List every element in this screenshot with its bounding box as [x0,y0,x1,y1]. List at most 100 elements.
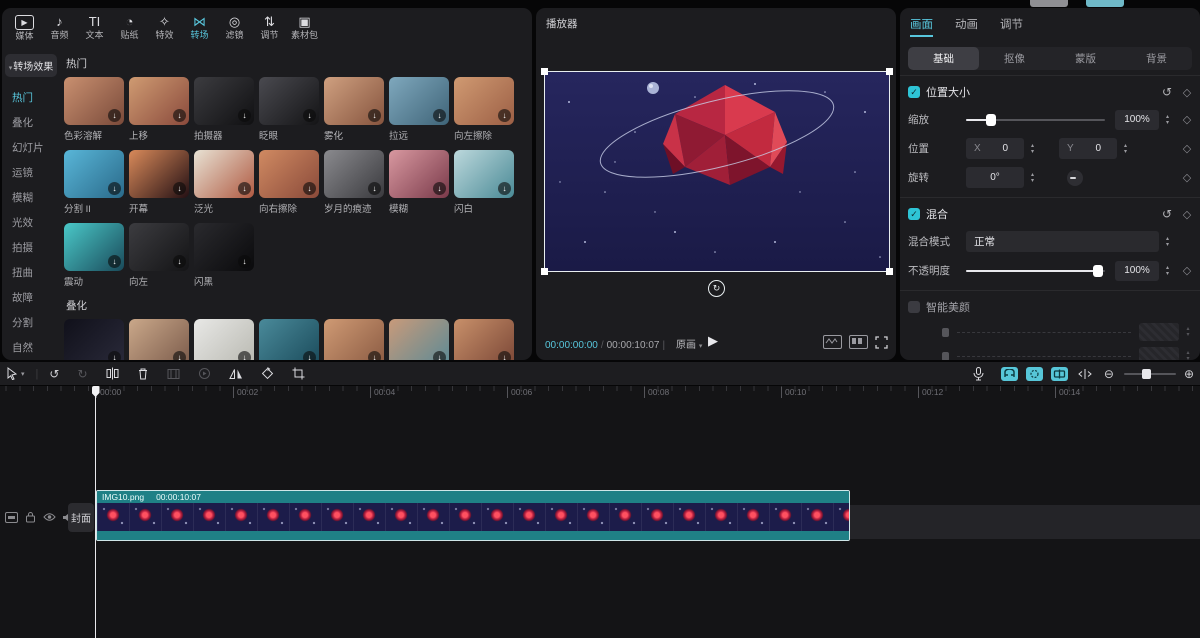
redo-icon[interactable]: ↻ [77,367,87,381]
keyframe-diamond-icon[interactable]: ◇ [1180,86,1194,99]
playhead[interactable] [95,386,96,638]
effect-item[interactable]: ↓ [259,319,319,360]
scale-slider[interactable] [966,119,1105,121]
effect-item[interactable]: ↓岁月的痕迹 [324,150,384,213]
timeline-zoom-slider[interactable] [1124,373,1176,375]
cover-button[interactable]: 封面 [68,503,94,532]
download-icon[interactable]: ↓ [303,182,316,195]
effect-item[interactable]: ↓上移 [129,77,189,140]
effect-thumbnail[interactable]: ↓ [64,77,124,125]
download-icon[interactable]: ↓ [173,182,186,195]
timeline-clip[interactable]: IMG10.png 00:00:10:07 [96,490,850,541]
effect-item[interactable]: ↓向左 [129,223,189,286]
quality-selector[interactable]: 原画 ▾ [676,340,702,351]
position-x-stepper[interactable]: ▴▾ [1026,139,1039,159]
opacity-stepper[interactable]: ▴▾ [1161,261,1174,281]
keyframe-diamond-icon[interactable]: ◇ [1180,142,1194,155]
inspector-tab-2[interactable]: 调节 [1000,16,1023,37]
tool-transitions[interactable]: ⋈转场 [183,13,216,51]
zoom-in-icon[interactable]: ⊕ [1184,367,1194,381]
inspector-subtab-1[interactable]: 抠像 [979,47,1050,70]
download-icon[interactable]: ↓ [108,109,121,122]
download-icon[interactable]: ↓ [368,182,381,195]
inspector-subtab-3[interactable]: 背景 [1121,47,1192,70]
effect-item[interactable]: ↓分割 II [64,150,124,213]
effect-thumbnail[interactable]: ↓ [194,319,254,360]
rotate-icon[interactable] [261,367,274,380]
download-icon[interactable]: ↓ [433,109,446,122]
tool-filter[interactable]: ◎滤镜 [218,13,251,51]
split-icon[interactable] [106,367,119,380]
tool-audio[interactable]: ♪音频 [43,13,76,51]
keyframe-diamond-icon[interactable]: ◇ [1180,113,1194,126]
effect-thumbnail[interactable]: ↓ [389,77,449,125]
download-icon[interactable]: ↓ [433,351,446,360]
effect-thumbnail[interactable]: ↓ [129,319,189,360]
position-y-field[interactable]: Y0 [1059,138,1117,159]
download-icon[interactable]: ↓ [498,109,511,122]
effect-thumbnail[interactable]: ↓ [454,319,514,360]
download-icon[interactable]: ↓ [303,109,316,122]
effect-item[interactable]: ↓ [129,319,189,360]
effect-item[interactable]: ↓ [64,319,124,360]
reset-icon[interactable]: ↺ [1162,207,1172,221]
effect-item[interactable]: ↓ [454,319,514,360]
effect-thumbnail[interactable]: ↓ [389,319,449,360]
linkage-toggle[interactable] [1026,367,1043,381]
tool-material-pack[interactable]: ▣素材包 [288,13,321,51]
effect-item[interactable]: ↓震动 [64,223,124,286]
effect-item[interactable]: ↓ [194,319,254,360]
selection-handle[interactable] [886,68,893,75]
effect-thumbnail[interactable]: ↓ [194,150,254,198]
opacity-slider[interactable] [966,270,1105,272]
inspector-subtab-2[interactable]: 蒙版 [1050,47,1121,70]
effect-thumbnail[interactable]: ↓ [324,319,384,360]
blend-mode-stepper[interactable]: ▴▾ [1161,232,1174,252]
rotation-stepper[interactable]: ▴▾ [1026,168,1039,188]
download-icon[interactable]: ↓ [238,351,251,360]
sidebar-item-5[interactable]: 光效 [2,210,60,235]
blend-mode-dropdown[interactable]: 正常 [966,231,1159,252]
delete-icon[interactable] [137,367,149,380]
canvas-ratio-icon[interactable] [823,335,842,349]
rotate-handle-icon[interactable]: ↻ [708,280,725,297]
sidebar-item-10[interactable]: 自然 [2,335,60,360]
download-icon[interactable]: ↓ [238,109,251,122]
sidebar-item-3[interactable]: 运镜 [2,160,60,185]
track-height-toggle-icon[interactable] [1078,368,1092,380]
sidebar-header[interactable]: ▾转场效果 [5,54,57,77]
selection-handle[interactable] [541,268,548,275]
effect-thumbnail[interactable]: ↓ [324,77,384,125]
scale-stepper[interactable]: ▴▾ [1161,110,1174,130]
video-preview[interactable] [545,72,889,271]
magnet-snap-toggle[interactable] [1001,367,1018,381]
rotation-knob[interactable] [1067,170,1083,186]
tool-media[interactable]: ▶媒体 [8,13,41,51]
opacity-value[interactable]: 100% [1115,261,1159,281]
zoom-out-icon[interactable]: ⊖ [1104,367,1114,381]
select-tool-icon[interactable]: ▾ [6,367,25,380]
hide-track-icon[interactable] [42,510,56,524]
effect-thumbnail[interactable]: ↓ [259,150,319,198]
effect-thumbnail[interactable]: ↓ [64,319,124,360]
effect-item[interactable]: ↓色彩溶解 [64,77,124,140]
main-track-icon[interactable] [4,510,18,524]
download-icon[interactable]: ↓ [498,182,511,195]
undo-icon[interactable]: ↺ [49,367,59,381]
tool-sticker[interactable]: ◔贴纸 [113,13,146,51]
download-icon[interactable]: ↓ [433,182,446,195]
tool-text[interactable]: TI文本 [78,13,111,51]
effect-item[interactable]: ↓向左擦除 [454,77,514,140]
crop-icon[interactable] [292,367,305,380]
tool-adjust[interactable]: ⇅调节 [253,13,286,51]
timeline-ruler[interactable]: 00:0000:0200:0400:0600:0800:1000:1200:14 [0,386,1200,400]
selection-handle[interactable] [541,68,548,75]
effect-item[interactable]: ↓ [324,319,384,360]
keyframe-diamond-icon[interactable]: ◇ [1180,264,1194,277]
download-icon[interactable]: ↓ [368,109,381,122]
effect-item[interactable]: ↓雾化 [324,77,384,140]
download-icon[interactable]: ↓ [173,255,186,268]
download-icon[interactable]: ↓ [108,351,121,360]
reset-icon[interactable]: ↺ [1162,85,1172,99]
download-icon[interactable]: ↓ [368,351,381,360]
